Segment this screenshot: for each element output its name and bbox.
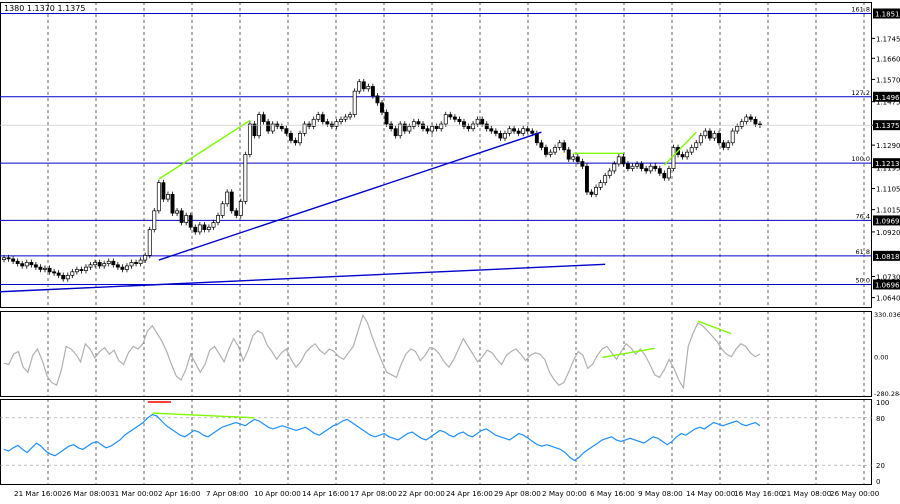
fib-ratio-label: 76.4	[856, 212, 870, 220]
x-tick-label: 14 May 00:00	[686, 489, 736, 498]
stoch-tick-label: 20	[876, 462, 885, 470]
x-tick-label: 26 Mar 08:00	[62, 489, 110, 498]
candle[interactable]	[671, 144, 676, 172]
y-tick-label: 1.1290	[876, 142, 900, 150]
x-tick-label: 29 Apr 08:00	[494, 489, 541, 498]
candle[interactable]	[188, 212, 193, 231]
fib-price-label: 1.1213	[875, 160, 900, 168]
candle[interactable]	[584, 163, 589, 195]
fib-ratio-label: 100.0	[851, 155, 870, 163]
chart-canvas[interactable]: 161.8 127.2 100.0 76.4 61.8 50.0 21 Mar 16:00…	[0, 0, 900, 500]
candle[interactable]	[179, 207, 184, 226]
x-tick-label: 2 Apr 16:00	[158, 489, 201, 498]
cci-tick-label: 0.00	[874, 354, 888, 362]
fib-price-label: 1.0969	[875, 217, 900, 225]
y-tick-label: 1.1015	[876, 207, 900, 215]
forex-chart[interactable]: 161.8 127.2 100.0 76.4 61.8 50.0 21 Mar 16:00…	[0, 0, 900, 500]
x-tick-label: 2 May 00:00	[542, 489, 587, 498]
y-tick-label: 1.0640	[876, 295, 900, 303]
fib-ratio-label: 161.8	[851, 5, 870, 13]
y-tick-label: 1.1660	[876, 55, 900, 63]
candle[interactable]	[170, 191, 175, 216]
candle[interactable]	[252, 121, 257, 139]
x-tick-label: 14 Apr 16:00	[302, 489, 349, 498]
candle[interactable]	[730, 128, 735, 146]
stoch-tick-label: 80	[876, 415, 885, 423]
candle[interactable]	[352, 88, 357, 118]
x-tick-label: 21 Mar 16:00	[14, 489, 62, 498]
y-tick-label: 1.1745	[876, 35, 900, 43]
x-tick-label: 7 Apr 08:00	[206, 489, 249, 498]
candle[interactable]	[225, 189, 230, 207]
y-tick-label: 1.1105	[876, 186, 900, 194]
y-tick-label: 1.0920	[876, 229, 900, 237]
x-tick-label: 22 Apr 00:00	[398, 489, 445, 498]
x-tick-label: 10 Apr 00:00	[254, 489, 301, 498]
x-tick-label: 31 Mar 00:00	[110, 489, 158, 498]
candle[interactable]	[156, 179, 161, 214]
candle[interactable]	[247, 121, 252, 158]
x-tick-label: 6 May 16:00	[590, 489, 635, 498]
fib-price-label: 1.0818	[875, 253, 900, 261]
candle[interactable]	[398, 121, 403, 139]
fib-ratio-label: 127.2	[851, 89, 870, 97]
ohlc-header: 1380 1.1370 1.1375	[4, 4, 85, 13]
x-tick-label: 26 May 00:00	[830, 489, 880, 498]
candle[interactable]	[147, 226, 152, 259]
candle[interactable]	[161, 179, 166, 202]
x-tick-label: 17 Apr 08:00	[350, 489, 397, 498]
x-tick-label: 21 May 08:00	[782, 489, 832, 498]
fib-price-label: 1.1496	[875, 94, 900, 102]
current-price-label: 1.1375	[875, 122, 900, 130]
stoch-tick-label: 100	[876, 399, 889, 407]
x-tick-label: 9 May 08:00	[638, 489, 683, 498]
y-tick-label: 1.1570	[876, 76, 900, 84]
candle[interactable]	[384, 109, 389, 127]
candle[interactable]	[238, 198, 243, 219]
cci-tick-label: -280.2846	[874, 390, 900, 398]
candle[interactable]	[243, 151, 248, 205]
fib-price-label: 1.1851	[875, 10, 900, 18]
stoch-tick-label: 0	[876, 478, 880, 486]
candle[interactable]	[229, 189, 234, 214]
fib-ratio-label: 61.8	[856, 248, 870, 256]
candle[interactable]	[152, 207, 157, 233]
candle[interactable]	[220, 200, 225, 219]
x-tick-label: 24 Apr 16:00	[446, 489, 493, 498]
cci-tick-label: 330.0361	[874, 311, 900, 319]
fib-price-label: 1.0696	[875, 281, 900, 289]
fib-ratio-label: 50.0	[856, 276, 870, 284]
x-tick-label: 16 May 16:00	[734, 489, 784, 498]
